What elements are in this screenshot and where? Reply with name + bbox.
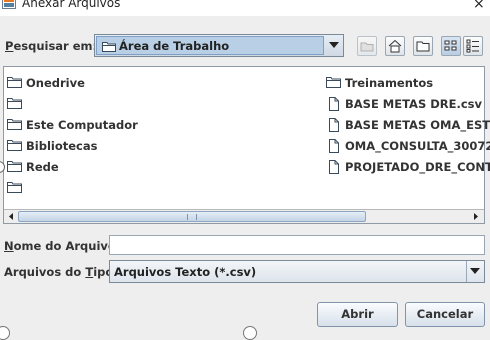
- file-name-field[interactable]: [109, 235, 485, 255]
- scroll-grip: [187, 214, 197, 220]
- new-folder-icon: [416, 41, 430, 52]
- file-icon: [329, 139, 339, 153]
- file-list[interactable]: Onedrive Este Computador Bibliotecas Red…: [3, 66, 490, 224]
- close-button[interactable]: ×: [473, 0, 485, 12]
- folder-icon: [326, 77, 341, 88]
- list-view-icon: [444, 40, 457, 51]
- resize-handle[interactable]: [243, 326, 257, 340]
- folder-icon: [7, 140, 22, 151]
- folder-icon: [102, 42, 116, 52]
- up-one-level-icon: [360, 42, 374, 52]
- java-window-icon: [2, 0, 16, 9]
- new-folder-button[interactable]: [413, 36, 433, 56]
- cancel-button[interactable]: Cancelar: [405, 302, 485, 327]
- folder-icon: [7, 182, 22, 193]
- open-button[interactable]: Abrir: [317, 302, 398, 327]
- home-icon: [388, 39, 402, 53]
- folder-icon: [7, 119, 22, 130]
- file-icon: [329, 118, 339, 132]
- chevron-down-icon: [470, 268, 480, 274]
- file-name-label: Nome do Arquivo:: [4, 239, 121, 253]
- look-in-value: Área de Trabalho: [119, 39, 230, 53]
- folder-icon: [7, 77, 22, 88]
- list-view-button[interactable]: [441, 36, 461, 56]
- details-view-button[interactable]: [463, 36, 483, 56]
- file-type-dropdown-button[interactable]: [466, 261, 484, 282]
- look-in-selection: Área de Trabalho: [96, 36, 324, 55]
- window-title: Anexar Arquivos: [22, 0, 121, 10]
- scroll-left-icon[interactable]: [5, 211, 17, 222]
- horizontal-scrollbar[interactable]: [4, 209, 484, 223]
- file-icon: [329, 160, 339, 174]
- scroll-right-icon[interactable]: [470, 211, 482, 222]
- look-in-label: Pesquisar em:: [5, 39, 98, 53]
- details-view-icon: [466, 39, 479, 53]
- folder-icon: [7, 98, 22, 109]
- resize-handle[interactable]: [0, 326, 10, 340]
- chevron-down-icon: [329, 42, 339, 48]
- look-in-combo[interactable]: Área de Trabalho: [94, 34, 344, 57]
- file-icon: [329, 97, 339, 111]
- up-one-level-button[interactable]: [357, 36, 377, 56]
- file-type-label: Arquivos do Tipo:: [4, 265, 118, 279]
- file-type-combo[interactable]: Arquivos Texto (*.csv): [109, 260, 485, 283]
- file-type-value: Arquivos Texto (*.csv): [114, 265, 257, 279]
- folder-icon: [7, 161, 22, 172]
- scroll-thumb[interactable]: [18, 211, 366, 222]
- home-button[interactable]: [385, 36, 405, 56]
